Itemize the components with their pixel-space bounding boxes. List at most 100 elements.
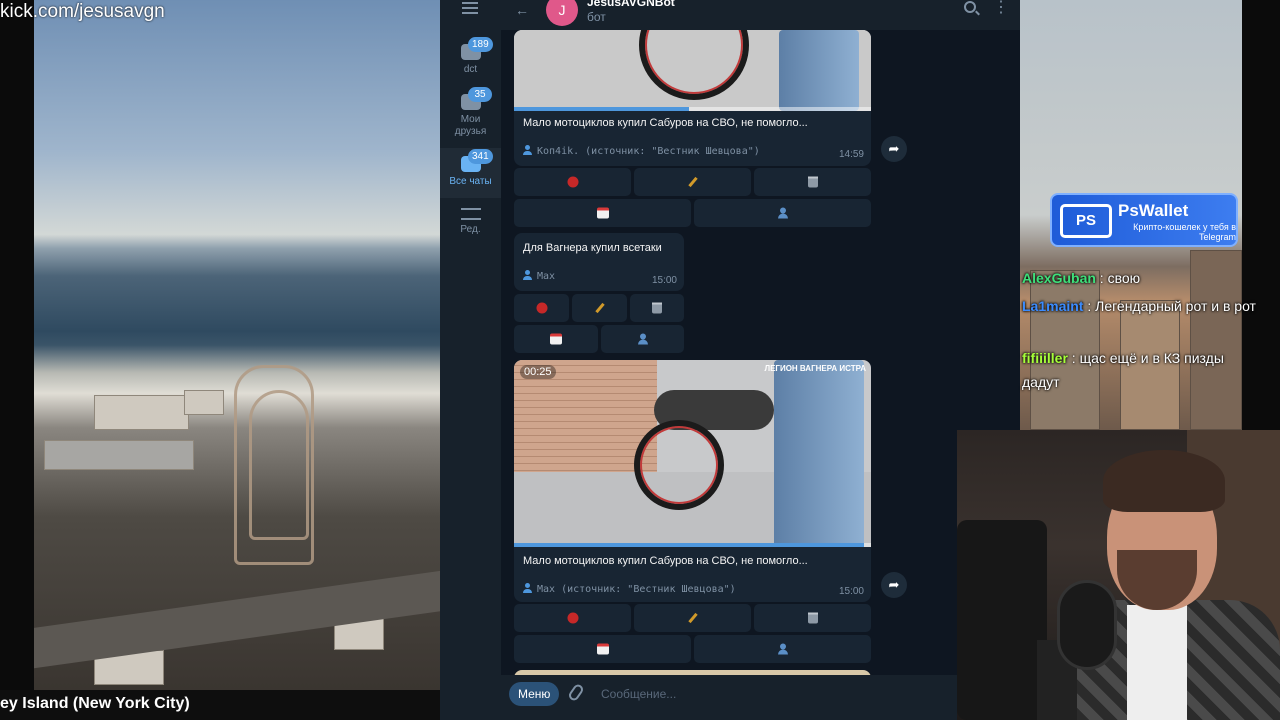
message-time: 15:00 (651, 275, 677, 286)
user-icon (777, 207, 788, 219)
pswallet-logo: PS (1060, 204, 1112, 238)
folder-my-friends[interactable]: 35 Мои друзья (440, 86, 501, 142)
message-list[interactable]: Мало мотоциклов купил Сабуров на СВО, не… (501, 30, 1020, 675)
message-signature: Max (источник: "Вестник Шевцова") (514, 583, 871, 595)
share-arrow-icon[interactable]: ➦ (881, 572, 907, 598)
video-duration: 00:25 (520, 365, 556, 379)
more-vertical-icon[interactable]: ⋮ (993, 0, 1009, 16)
location-caption: ey Island (New York City) (0, 695, 190, 712)
pswallet-ad: PS PsWallet Крипто-кошелек у тебя в Tele… (1050, 193, 1238, 247)
calendar-icon (596, 643, 609, 655)
sliders-icon (460, 208, 481, 220)
chat-message: La1maint : Легендарный рот и в рот (1022, 294, 1258, 318)
message-text: Мало мотоциклов купил Сабуров на СВО, не… (523, 555, 808, 567)
message-bubble[interactable]: Для Вагнера купил всетаки Max 15:00 (514, 233, 684, 291)
chat-username: fifiiiller (1022, 350, 1068, 366)
kbd-button-trash[interactable] (754, 168, 871, 196)
video-preview[interactable] (514, 30, 871, 111)
chair (957, 520, 1047, 720)
message-time: 15:00 (838, 586, 864, 597)
back-arrow-icon[interactable]: ← (515, 2, 529, 18)
folder-edit[interactable]: Ред. (440, 200, 501, 250)
chat-message: fifiiiller : щас ещё и в КЗ пизды дадут (1022, 346, 1258, 394)
streamer-webcam (957, 430, 1280, 720)
folder-label: dct (463, 64, 478, 75)
kbd-button-broom[interactable] (634, 168, 751, 196)
kbd-button-trash[interactable] (630, 294, 684, 322)
ad-title: PsWallet (1118, 201, 1189, 220)
telegram-window: 189 dct 35 Мои друзья 341 Все чаты Ред. … (440, 0, 1020, 720)
kbd-button-user[interactable] (694, 635, 871, 663)
message-input[interactable] (601, 684, 951, 704)
building (184, 390, 224, 415)
building (44, 440, 194, 470)
chat-header: ← J JesusAVGNBot бот ⋮ (501, 0, 1020, 30)
chat-text: : свою (1099, 270, 1141, 286)
jeans (779, 30, 859, 111)
stream-url: kick.com/jesusavgn (0, 1, 165, 22)
video-progress-bar[interactable] (514, 107, 689, 111)
kbd-button-stop[interactable] (514, 168, 631, 196)
bike-wheel (634, 420, 724, 510)
trash-icon (807, 612, 818, 624)
kbd-button-calendar[interactable] (514, 199, 691, 227)
hamburger-menu-icon[interactable] (462, 2, 478, 14)
no-entry-icon (567, 612, 578, 624)
message-time: 14:59 (838, 149, 864, 160)
video-preview[interactable]: 00:25 ЛЕГИОН ВАГНЕРА ИСТРА (514, 360, 871, 547)
unread-badge: 35 (468, 87, 492, 102)
kbd-button-broom[interactable] (572, 294, 627, 322)
video-progress-bar[interactable] (514, 543, 864, 547)
kbd-button-calendar[interactable] (514, 635, 691, 663)
kbd-button-stop[interactable] (514, 604, 631, 632)
person-icon (523, 583, 532, 593)
message-composer: Меню (501, 675, 1020, 720)
avatar[interactable]: J (546, 0, 578, 26)
bot-menu-button[interactable]: Меню (509, 682, 560, 706)
folder-label: Ред. (460, 224, 481, 235)
microphone (1057, 580, 1117, 670)
chat-message: AlexGuban : свою (1022, 266, 1258, 290)
user-icon (777, 643, 788, 655)
chat-username: AlexGuban (1022, 270, 1096, 286)
city-camera-view (34, 0, 442, 690)
stream-chat-overlay: AlexGuban : свою La1maint : Легендарный … (1020, 240, 1260, 400)
user-icon (637, 333, 648, 345)
streamer-hair (1103, 450, 1225, 512)
chat-username: La1maint (1022, 298, 1084, 314)
chat-title[interactable]: JesusAVGNBot (587, 0, 675, 9)
folder-label: Все чаты (449, 176, 492, 187)
unread-badge: 189 (468, 37, 493, 52)
trash-icon (652, 302, 662, 314)
trash-icon (807, 176, 818, 188)
broom-icon (687, 176, 698, 188)
message-signature: Коп4ik. (источник: "Вестник Шевцова") (514, 145, 871, 157)
jeans (774, 360, 864, 547)
kbd-button-broom[interactable] (634, 604, 751, 632)
share-arrow-icon[interactable]: ➦ (881, 136, 907, 162)
message-bubble[interactable]: Мало мотоциклов купил Сабуров на СВО, не… (514, 30, 871, 166)
folder-dct[interactable]: 189 dct (440, 36, 501, 86)
search-icon[interactable] (964, 1, 976, 13)
paperclip-icon[interactable] (567, 682, 585, 703)
folder-all-chats[interactable]: 341 Все чаты (440, 148, 501, 198)
kbd-button-trash[interactable] (754, 604, 871, 632)
kbd-button-user[interactable] (601, 325, 684, 353)
kbd-button-stop[interactable] (514, 294, 569, 322)
ad-subtitle: Крипто-кошелек у тебя в Telegram (1133, 222, 1236, 242)
no-entry-icon (567, 176, 578, 188)
chat-status: бот (587, 10, 606, 24)
folder-sidebar: 189 dct 35 Мои друзья 341 Все чаты Ред. (440, 0, 501, 720)
person-icon (523, 270, 532, 280)
person-icon (523, 145, 532, 155)
streamer-shirt (1127, 605, 1187, 720)
no-entry-icon (536, 302, 547, 314)
kbd-button-calendar[interactable] (514, 325, 598, 353)
kbd-button-user[interactable] (694, 199, 871, 227)
roller-coaster-inner (249, 390, 309, 540)
building (94, 395, 189, 430)
unread-badge: 341 (468, 149, 493, 164)
message-bubble[interactable]: 00:25 ЛЕГИОН ВАГНЕРА ИСТРА Мало мотоцикл… (514, 360, 871, 602)
calendar-icon (550, 333, 562, 345)
video-watermark: ЛЕГИОН ВАГНЕРА ИСТРА (764, 364, 866, 373)
